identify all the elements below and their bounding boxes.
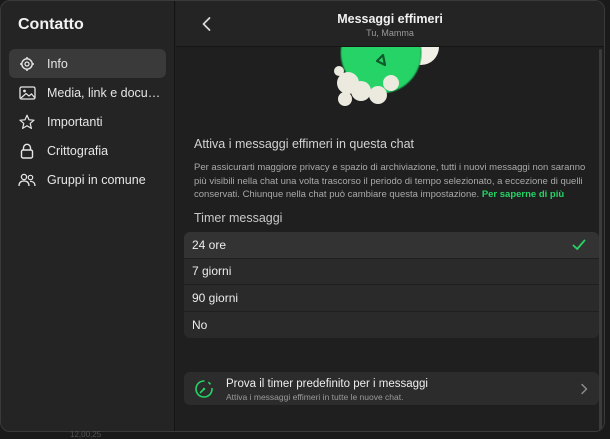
sidebar-item-label: Gruppi in comune — [47, 172, 146, 187]
timer-option-90d[interactable]: 90 giorni — [184, 285, 599, 312]
option-label: 90 giorni — [192, 290, 239, 305]
header-title: Messaggi effimeri — [337, 12, 443, 26]
promo-title: Prova il timer predefinito per i messagg… — [226, 378, 428, 390]
app-window: Contatto Info Media, link e documenti Im… — [0, 0, 605, 432]
sidebar-item-encryption[interactable]: Crittografia — [9, 136, 166, 165]
timer-option-24h[interactable]: 24 ore — [184, 232, 599, 259]
timer-options: 24 ore 7 giorni 90 giorni No — [184, 232, 599, 338]
sidebar: Contatto Info Media, link e documenti Im… — [1, 1, 175, 431]
chevron-right-icon — [581, 383, 588, 395]
star-icon — [18, 113, 36, 131]
promo-subtitle: Attiva i messaggi effimeri in tutte le n… — [226, 392, 404, 402]
sidebar-title: Contatto — [18, 16, 84, 33]
header: Messaggi effimeri Tu, Mamma — [176, 1, 604, 47]
scrollbar[interactable] — [599, 49, 602, 431]
sidebar-item-groups[interactable]: Gruppi in comune — [9, 165, 166, 194]
timer-option-off[interactable]: No — [184, 312, 599, 339]
sidebar-item-starred[interactable]: Importanti — [9, 107, 166, 136]
timer-illustration — [301, 47, 461, 121]
sidebar-item-label: Media, link e documenti — [47, 85, 166, 100]
option-label: 24 ore — [192, 237, 227, 252]
section-title: Attiva i messaggi effimeri in questa cha… — [194, 137, 415, 151]
people-icon — [18, 171, 36, 189]
option-label: No — [192, 317, 208, 332]
timer-icon — [194, 379, 214, 399]
default-timer-promo[interactable]: Prova il timer predefinito per i messagg… — [184, 372, 599, 405]
main-panel: Messaggi effimeri Tu, Mamma Attiva i mes… — [176, 1, 604, 431]
image-icon — [18, 84, 36, 102]
checkmark-icon — [572, 239, 586, 250]
gear-icon — [18, 55, 36, 73]
option-label: 7 giorni — [192, 264, 232, 279]
sidebar-item-label: Importanti — [47, 114, 103, 129]
sidebar-item-label: Info — [47, 56, 68, 71]
timer-option-7d[interactable]: 7 giorni — [184, 259, 599, 285]
learn-more-link[interactable]: Per saperne di più — [482, 189, 564, 200]
sidebar-nav: Info Media, link e documenti Importanti … — [9, 49, 166, 194]
timer-title: Timer messaggi — [194, 211, 283, 225]
lock-icon — [18, 142, 36, 160]
sidebar-item-media[interactable]: Media, link e documenti — [9, 78, 166, 107]
header-subtitle: Tu, Mamma — [366, 28, 414, 38]
description: Per assicurarti maggiore privacy e spazi… — [194, 161, 594, 202]
background-timestamp: 12,00,25 — [70, 430, 102, 439]
sidebar-item-info[interactable]: Info — [9, 49, 166, 78]
sidebar-item-label: Crittografia — [47, 143, 109, 158]
